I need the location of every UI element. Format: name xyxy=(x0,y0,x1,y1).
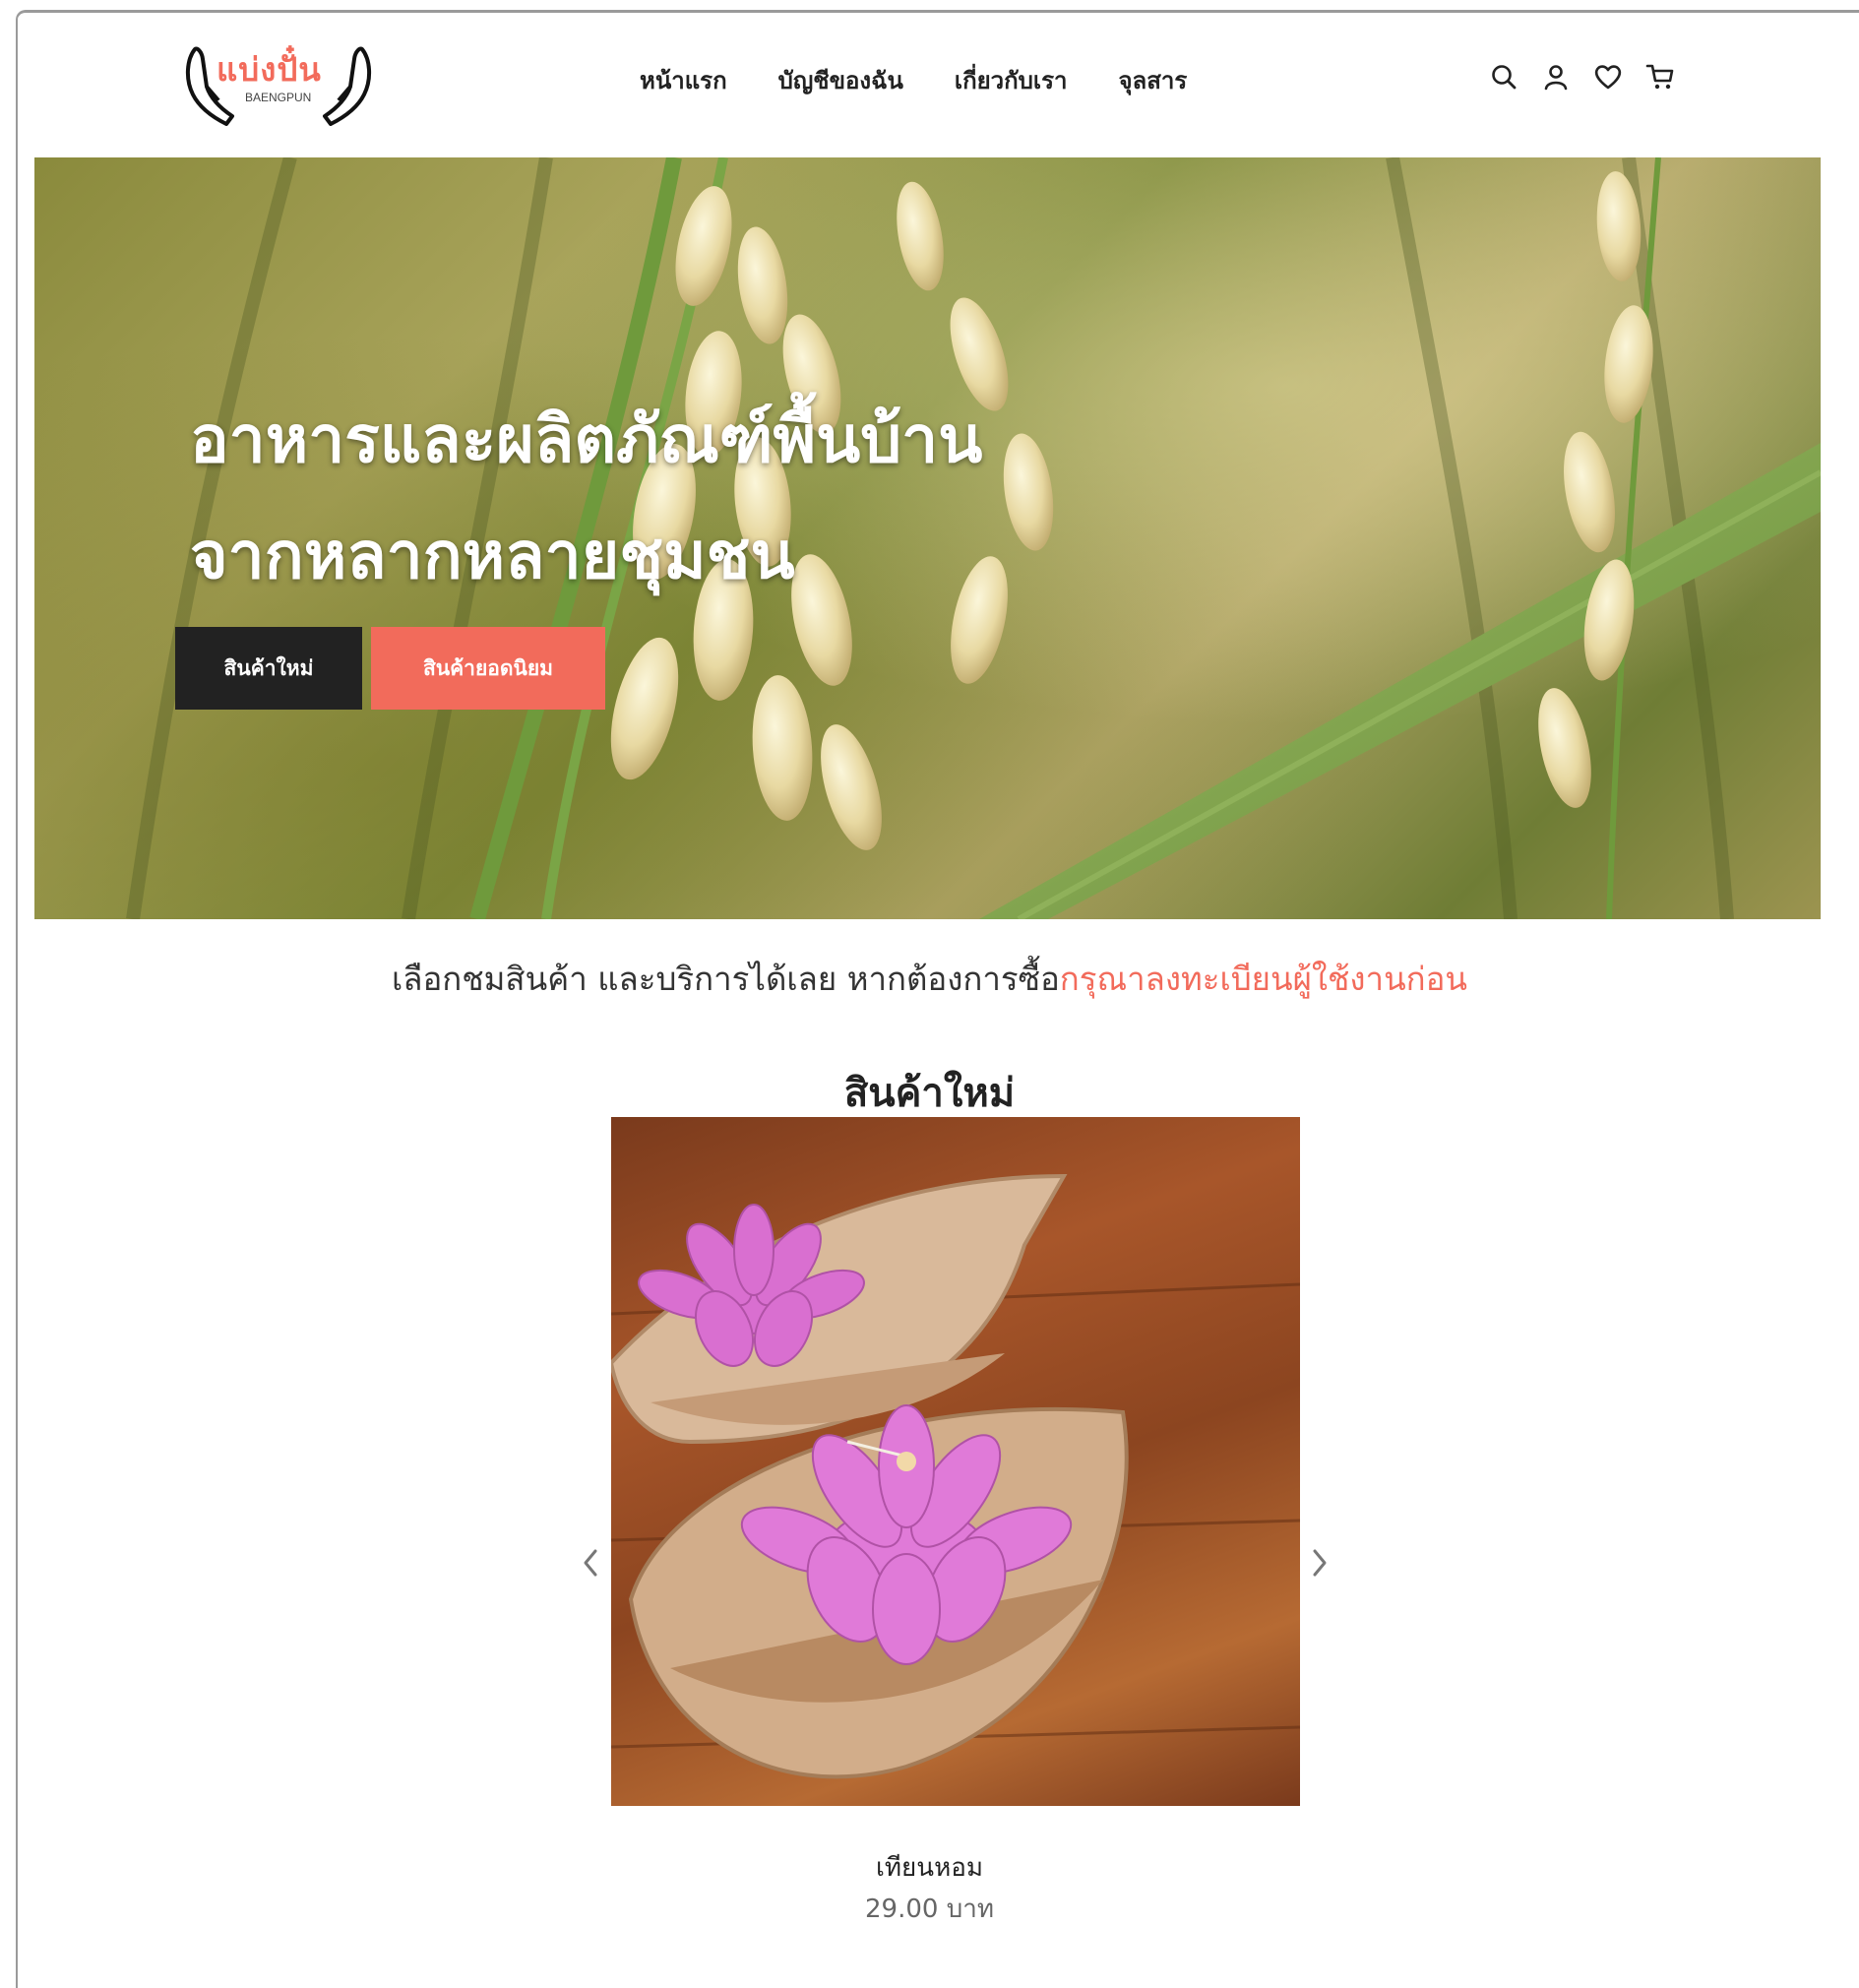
new-products-button[interactable]: สินค้าใหม่ xyxy=(175,627,362,710)
header-icons xyxy=(1486,59,1695,94)
logo-subtext: BAENGPUN xyxy=(245,91,312,104)
heart-icon[interactable] xyxy=(1590,59,1626,94)
popular-products-button[interactable]: สินค้ายอดนิยม xyxy=(371,627,605,710)
product-price: 29.00 บาท xyxy=(865,1895,994,1924)
brand-logo[interactable]: แบ่งปั๋น BAENGPUN xyxy=(175,30,382,128)
site-header: แบ่งปั๋น BAENGPUN หน้าแรก บัญชีของฉัน เก… xyxy=(0,0,1859,157)
nav-newsletter[interactable]: จุลสาร xyxy=(1118,61,1187,99)
user-icon[interactable] xyxy=(1538,59,1574,94)
intro-text: เลือกชมสินค้า และบริการได้เลย หากต้องการ… xyxy=(391,960,1060,998)
intro-message: เลือกชมสินค้า และบริการได้เลย หากต้องการ… xyxy=(0,953,1859,1005)
main-nav: หน้าแรก บัญชีของฉัน เกี่ยวกับเรา จุลสาร xyxy=(640,61,1238,99)
product-name[interactable]: เทียนหอม xyxy=(0,1847,1859,1888)
search-icon[interactable] xyxy=(1486,59,1521,94)
product-image[interactable] xyxy=(611,1117,1300,1806)
cart-icon[interactable] xyxy=(1642,59,1678,94)
nav-home[interactable]: หน้าแรก xyxy=(640,61,727,99)
carousel-prev-button[interactable] xyxy=(576,1543,605,1583)
hero-title-line-1: อาหารและผลิตภัณฑ์พื้นบ้าน xyxy=(190,402,983,477)
register-link[interactable]: กรุณาลงทะเบียนผู้ใช้งานก่อน xyxy=(1060,960,1467,998)
chevron-right-icon xyxy=(1313,1549,1327,1577)
hero-title: อาหารและผลิตภัณฑ์พื้นบ้าน จากหลากหลายชุม… xyxy=(190,382,982,614)
logo-text: แบ่งปั๋น xyxy=(217,50,322,89)
lotus-candle-image xyxy=(611,1173,1300,1779)
nav-about[interactable]: เกี่ยวกับเรา xyxy=(955,61,1068,99)
carousel-next-button[interactable] xyxy=(1305,1543,1334,1583)
new-products-heading: สินค้าใหม่ xyxy=(843,1071,1016,1116)
chevron-left-icon xyxy=(584,1549,597,1577)
hero-banner: อาหารและผลิตภัณฑ์พื้นบ้าน จากหลากหลายชุม… xyxy=(34,157,1821,919)
nav-my-account[interactable]: บัญชีของฉัน xyxy=(778,61,903,99)
hero-title-line-2: จากหลากหลายชุมชน xyxy=(190,518,795,593)
